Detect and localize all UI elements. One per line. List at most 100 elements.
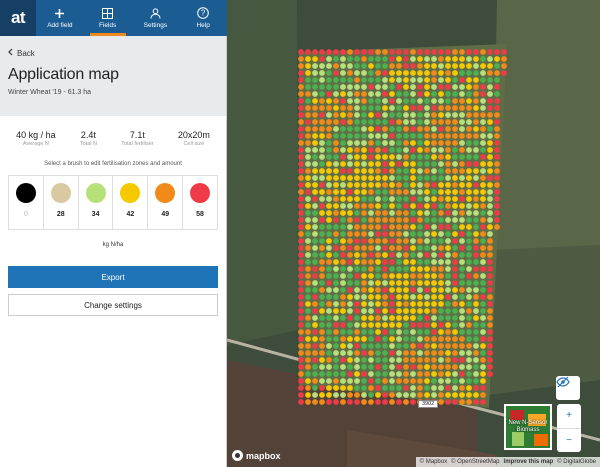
zone-cell[interactable] xyxy=(417,287,423,293)
zone-cell[interactable] xyxy=(396,49,402,55)
zone-cell[interactable] xyxy=(431,273,437,279)
zone-cell[interactable] xyxy=(459,294,465,300)
zone-cell[interactable] xyxy=(459,371,465,377)
zone-cell[interactable] xyxy=(354,168,360,174)
zone-cell[interactable] xyxy=(361,161,367,167)
zoom-out-button[interactable]: − xyxy=(557,429,581,453)
zone-cell[interactable] xyxy=(375,133,381,139)
zone-cell[interactable] xyxy=(389,161,395,167)
zone-cell[interactable] xyxy=(410,294,416,300)
zone-cell[interactable] xyxy=(389,63,395,69)
zone-cell[interactable] xyxy=(445,161,451,167)
zone-cell[interactable] xyxy=(312,287,318,293)
zone-cell[interactable] xyxy=(368,168,374,174)
zone-cell[interactable] xyxy=(312,224,318,230)
zone-cell[interactable] xyxy=(368,231,374,237)
zone-cell[interactable] xyxy=(375,343,381,349)
zone-cell[interactable] xyxy=(319,182,325,188)
zone-cell[interactable] xyxy=(473,189,479,195)
zone-cell[interactable] xyxy=(487,133,493,139)
zone-cell[interactable] xyxy=(459,70,465,76)
zone-cell[interactable] xyxy=(326,182,332,188)
zone-cell[interactable] xyxy=(438,350,444,356)
zone-cell[interactable] xyxy=(487,231,493,237)
zone-cell[interactable] xyxy=(417,224,423,230)
zone-cell[interactable] xyxy=(333,336,339,342)
zone-cell[interactable] xyxy=(466,77,472,83)
zone-cell[interactable] xyxy=(305,77,311,83)
zone-cell[interactable] xyxy=(389,238,395,244)
zone-cell[interactable] xyxy=(452,189,458,195)
zone-cell[interactable] xyxy=(326,245,332,251)
zone-cell[interactable] xyxy=(452,84,458,90)
zone-cell[interactable] xyxy=(403,343,409,349)
zone-cell[interactable] xyxy=(494,210,500,216)
zone-cell[interactable] xyxy=(389,140,395,146)
zone-cell[interactable] xyxy=(305,161,311,167)
zone-cell[interactable] xyxy=(382,350,388,356)
zone-cell[interactable] xyxy=(305,112,311,118)
zone-cell[interactable] xyxy=(382,77,388,83)
zone-cell[interactable] xyxy=(438,126,444,132)
zone-cell[interactable] xyxy=(312,371,318,377)
zone-cell[interactable] xyxy=(298,343,304,349)
zone-cell[interactable] xyxy=(319,203,325,209)
zone-cell[interactable] xyxy=(354,245,360,251)
zone-cell[interactable] xyxy=(340,189,346,195)
zone-cell[interactable] xyxy=(403,399,409,405)
zone-cell[interactable] xyxy=(361,301,367,307)
zone-cell[interactable] xyxy=(340,399,346,405)
zone-cell[interactable] xyxy=(473,210,479,216)
zone-cell[interactable] xyxy=(487,105,493,111)
zone-cell[interactable] xyxy=(445,63,451,69)
zone-cell[interactable] xyxy=(347,231,353,237)
zone-cell[interactable] xyxy=(319,301,325,307)
zone-cell[interactable] xyxy=(396,350,402,356)
zone-cell[interactable] xyxy=(473,231,479,237)
zone-cell[interactable] xyxy=(480,301,486,307)
zone-cell[interactable] xyxy=(487,343,493,349)
zone-cell[interactable] xyxy=(410,378,416,384)
zone-cell[interactable] xyxy=(487,315,493,321)
zone-cell[interactable] xyxy=(340,105,346,111)
zone-cell[interactable] xyxy=(424,280,430,286)
zone-cell[interactable] xyxy=(466,343,472,349)
zone-cell[interactable] xyxy=(473,245,479,251)
zone-cell[interactable] xyxy=(445,147,451,153)
zone-cell[interactable] xyxy=(333,210,339,216)
zone-cell[interactable] xyxy=(480,126,486,132)
zone-cell[interactable] xyxy=(326,203,332,209)
zone-cell[interactable] xyxy=(452,245,458,251)
zone-cell[interactable] xyxy=(487,210,493,216)
zone-cell[interactable] xyxy=(459,343,465,349)
zone-cell[interactable] xyxy=(480,147,486,153)
zone-cell[interactable] xyxy=(312,112,318,118)
zone-cell[interactable] xyxy=(452,77,458,83)
zone-cell[interactable] xyxy=(424,168,430,174)
zone-cell[interactable] xyxy=(305,259,311,265)
zone-cell[interactable] xyxy=(410,161,416,167)
zone-cell[interactable] xyxy=(347,378,353,384)
zone-cell[interactable] xyxy=(466,392,472,398)
zone-cell[interactable] xyxy=(389,231,395,237)
zone-cell[interactable] xyxy=(389,49,395,55)
zone-cell[interactable] xyxy=(445,378,451,384)
zone-cell[interactable] xyxy=(501,56,507,62)
zone-cell[interactable] xyxy=(375,224,381,230)
zone-cell[interactable] xyxy=(417,161,423,167)
zone-cell[interactable] xyxy=(340,301,346,307)
zone-cell[interactable] xyxy=(452,175,458,181)
zone-cell[interactable] xyxy=(361,343,367,349)
zone-cell[interactable] xyxy=(382,112,388,118)
zone-cell[interactable] xyxy=(375,238,381,244)
mapbox-logo[interactable]: mapbox xyxy=(232,450,281,461)
zone-cell[interactable] xyxy=(459,196,465,202)
zone-cell[interactable] xyxy=(298,49,304,55)
zone-cell[interactable] xyxy=(361,105,367,111)
zone-cell[interactable] xyxy=(438,329,444,335)
zone-cell[interactable] xyxy=(403,315,409,321)
zone-cell[interactable] xyxy=(445,392,451,398)
zone-cell[interactable] xyxy=(480,140,486,146)
zone-cell[interactable] xyxy=(305,175,311,181)
zone-cell[interactable] xyxy=(452,378,458,384)
